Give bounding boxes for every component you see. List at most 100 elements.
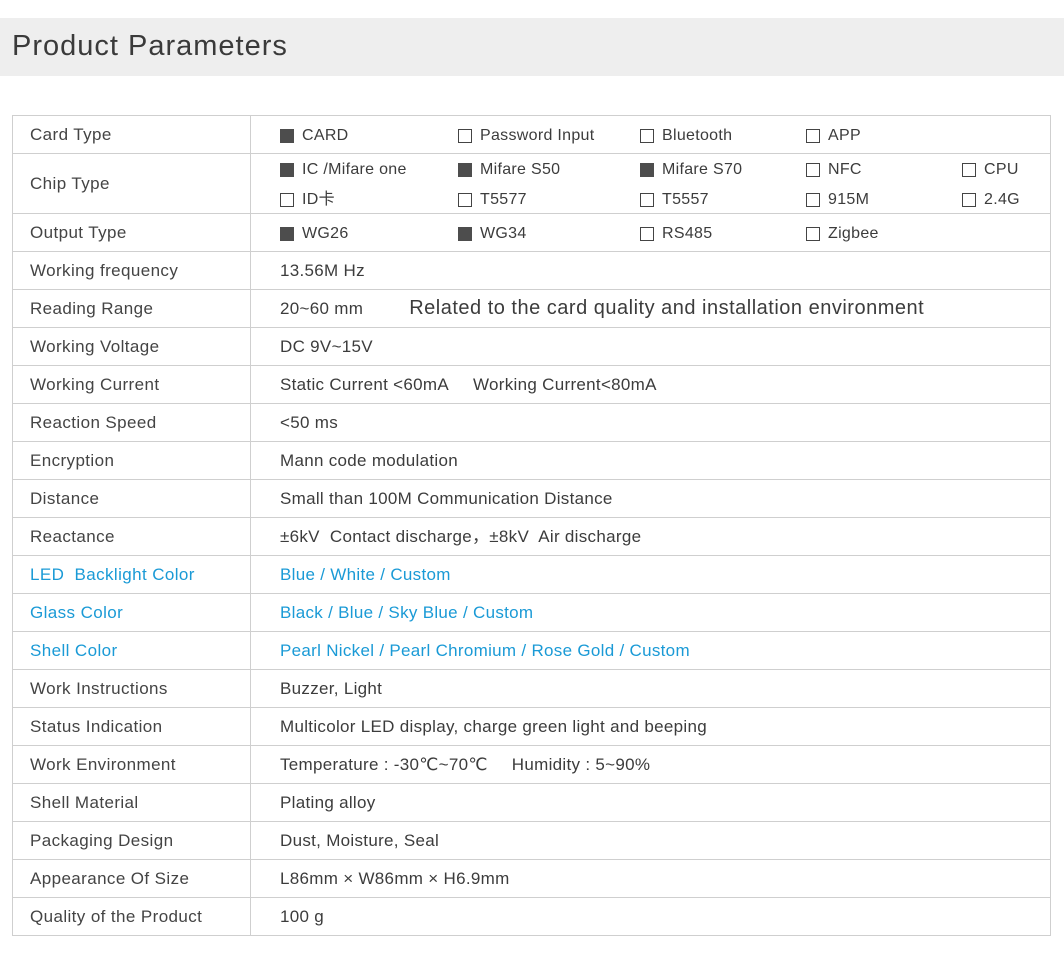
- header-band: Product Parameters: [0, 18, 1064, 76]
- option-wg34: WG34: [458, 224, 527, 244]
- option-mifare-s70: Mifare S70: [640, 160, 742, 180]
- row-value: <50 ms: [250, 403, 1051, 442]
- row-label: Reaction Speed: [12, 403, 251, 442]
- option-label: 2.4G: [984, 190, 1020, 208]
- row-value: 100 g: [250, 897, 1051, 936]
- unchecked-checkbox-icon: [640, 226, 654, 241]
- table-row-work-environment: Work Environment Temperature : -30℃~70℃ H…: [12, 745, 1051, 784]
- option-bluetooth: Bluetooth: [640, 126, 732, 146]
- table-row-working-frequency: Working frequency 13.56M Hz: [12, 251, 1051, 290]
- unchecked-checkbox-icon: [280, 192, 294, 207]
- row-label: Glass Color: [12, 593, 251, 632]
- row-label: Output Type: [12, 213, 251, 252]
- table-row-reading-range: Reading Range 20~60 mm Related to the car…: [12, 289, 1051, 328]
- row-value: Plating alloy: [250, 783, 1051, 822]
- row-label: Chip Type: [12, 153, 251, 214]
- table-row-quality: Quality of the Product 100 g: [12, 897, 1051, 936]
- row-value: Dust, Moisture, Seal: [250, 821, 1051, 860]
- row-value: Pearl Nickel / Pearl Chromium / Rose Gol…: [250, 631, 1051, 670]
- row-label: Appearance Of Size: [12, 859, 251, 898]
- row-label: Encryption: [12, 441, 251, 480]
- option-label: T5557: [662, 190, 709, 208]
- unchecked-checkbox-icon: [640, 192, 654, 207]
- unchecked-checkbox-icon: [962, 192, 976, 207]
- option-label: IC /Mifare one: [302, 160, 407, 178]
- row-value: Mann code modulation: [250, 441, 1051, 480]
- option-label: WG26: [302, 224, 349, 242]
- row-value: DC 9V~15V: [250, 327, 1051, 366]
- row-value: Multicolor LED display, charge green lig…: [250, 707, 1051, 746]
- row-value: ±6kV Contact discharge，±8kV Air discharg…: [250, 517, 1051, 556]
- option-password-input: Password Input: [458, 126, 594, 146]
- option-915m: 915M: [806, 190, 869, 210]
- option-label: ID卡: [302, 190, 335, 208]
- option-label: APP: [828, 126, 861, 144]
- row-label: Shell Color: [12, 631, 251, 670]
- option-2-4g: 2.4G: [962, 190, 1020, 210]
- row-value: 13.56M Hz: [250, 251, 1051, 290]
- unchecked-checkbox-icon: [640, 128, 654, 143]
- row-label: Reactance: [12, 517, 251, 556]
- table-row-chip-type: Chip Type IC /Mifare one Mifare S50 Mifare…: [12, 153, 1051, 214]
- row-value: Static Current <60mA Working Current<80mA: [250, 365, 1051, 404]
- working-current: Working Current<80mA: [473, 374, 657, 394]
- page-title: Product Parameters: [12, 30, 288, 62]
- option-label: Bluetooth: [662, 126, 733, 144]
- option-label: NFC: [828, 160, 862, 178]
- table-row-led-backlight: LED Backlight Color Blue / White / Custo…: [12, 555, 1051, 594]
- option-app: APP: [806, 126, 861, 146]
- row-label: Distance: [12, 479, 251, 518]
- option-label: 915M: [828, 190, 870, 208]
- checked-checkbox-icon: [280, 128, 294, 143]
- row-label: Packaging Design: [12, 821, 251, 860]
- unchecked-checkbox-icon: [806, 226, 820, 241]
- option-nfc: NFC: [806, 160, 862, 180]
- row-value: Temperature : -30℃~70℃ Humidity : 5~90%: [250, 745, 1051, 784]
- option-wg26: WG26: [280, 224, 349, 244]
- checked-checkbox-icon: [640, 162, 654, 177]
- option-t5577: T5577: [458, 190, 527, 210]
- option-label: WG34: [480, 224, 527, 242]
- temperature-range: Temperature : -30℃~70℃: [280, 754, 488, 774]
- table-row-output-type: Output Type WG26 WG34 RS485 Zigbee: [12, 213, 1051, 252]
- static-current: Static Current <60mA: [280, 374, 449, 394]
- table-row-status-indication: Status Indication Multicolor LED display…: [12, 707, 1051, 746]
- option-label: Mifare S50: [480, 160, 561, 178]
- unchecked-checkbox-icon: [458, 192, 472, 207]
- row-label: Quality of the Product: [12, 897, 251, 936]
- checked-checkbox-icon: [280, 226, 294, 241]
- row-label: Card Type: [12, 115, 251, 154]
- row-value: Blue / White / Custom: [250, 555, 1051, 594]
- table-row-card-type: Card Type CARD Password Input Bluetooth APP: [12, 115, 1051, 154]
- row-value: L86mm × W86mm × H6.9mm: [250, 859, 1051, 898]
- unchecked-checkbox-icon: [458, 128, 472, 143]
- unchecked-checkbox-icon: [806, 128, 820, 143]
- row-label: Reading Range: [12, 289, 251, 328]
- reading-range-value: 20~60 mm: [280, 299, 364, 318]
- row-label: LED Backlight Color: [12, 555, 251, 594]
- output-type-options: WG26 WG34 RS485 Zigbee: [250, 213, 1051, 252]
- row-label: Working Current: [12, 365, 251, 404]
- table-row-packaging-design: Packaging Design Dust, Moisture, Seal: [12, 821, 1051, 860]
- checked-checkbox-icon: [280, 162, 294, 177]
- option-label: CPU: [984, 160, 1019, 178]
- checked-checkbox-icon: [458, 226, 472, 241]
- table-row-glass-color: Glass Color Black / Blue / Sky Blue / Cu…: [12, 593, 1051, 632]
- row-label: Shell Material: [12, 783, 251, 822]
- spec-table: Card Type CARD Password Input Bluetooth APP…: [12, 115, 1051, 936]
- row-value: Buzzer, Light: [250, 669, 1051, 708]
- option-label: CARD: [302, 126, 349, 144]
- row-label: Work Environment: [12, 745, 251, 784]
- option-rs485: RS485: [640, 224, 712, 244]
- option-label: Mifare S70: [662, 160, 743, 178]
- humidity-range: Humidity : 5~90%: [511, 754, 651, 774]
- row-label: Work Instructions: [12, 669, 251, 708]
- row-value: Small than 100M Communication Distance: [250, 479, 1051, 518]
- row-label: Status Indication: [12, 707, 251, 746]
- option-id: ID卡: [280, 190, 335, 210]
- row-value: Black / Blue / Sky Blue / Custom: [250, 593, 1051, 632]
- option-cpu: CPU: [962, 160, 1019, 180]
- option-ic-mifare-one: IC /Mifare one: [280, 160, 407, 180]
- table-row-distance: Distance Small than 100M Communication D…: [12, 479, 1051, 518]
- option-zigbee: Zigbee: [806, 224, 879, 244]
